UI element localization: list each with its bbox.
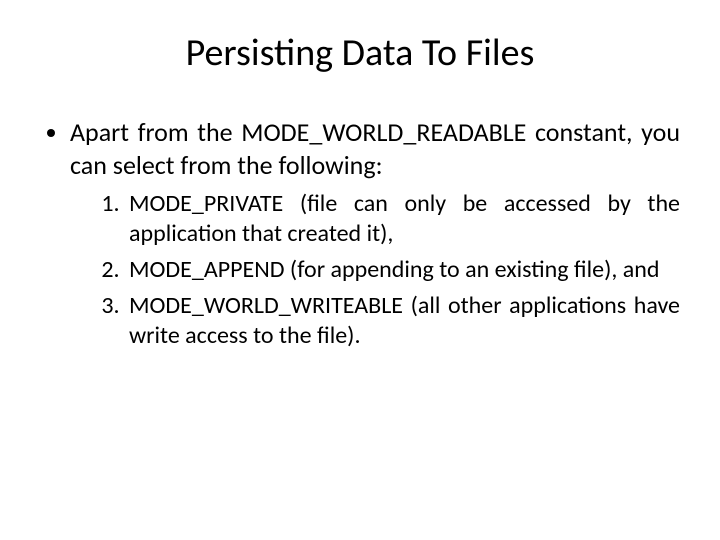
bullet-text: Apart from the MODE_WORLD_READABLE const… (70, 116, 680, 181)
bullet-item: Apart from the MODE_WORLD_READABLE const… (70, 116, 680, 351)
bullet-list: Apart from the MODE_WORLD_READABLE const… (40, 116, 680, 351)
list-item: MODE_APPEND (for appending to an existin… (125, 255, 680, 285)
list-item: MODE_PRIVATE (file can only be accessed … (125, 189, 680, 249)
slide: Persisting Data To Files Apart from the … (0, 0, 720, 383)
numbered-list: MODE_PRIVATE (file can only be accessed … (70, 189, 680, 351)
slide-body: Apart from the MODE_WORLD_READABLE const… (40, 116, 680, 351)
slide-title: Persisting Data To Files (40, 30, 680, 76)
list-item: MODE_WORLD_WRITEABLE (all other applicat… (125, 291, 680, 351)
